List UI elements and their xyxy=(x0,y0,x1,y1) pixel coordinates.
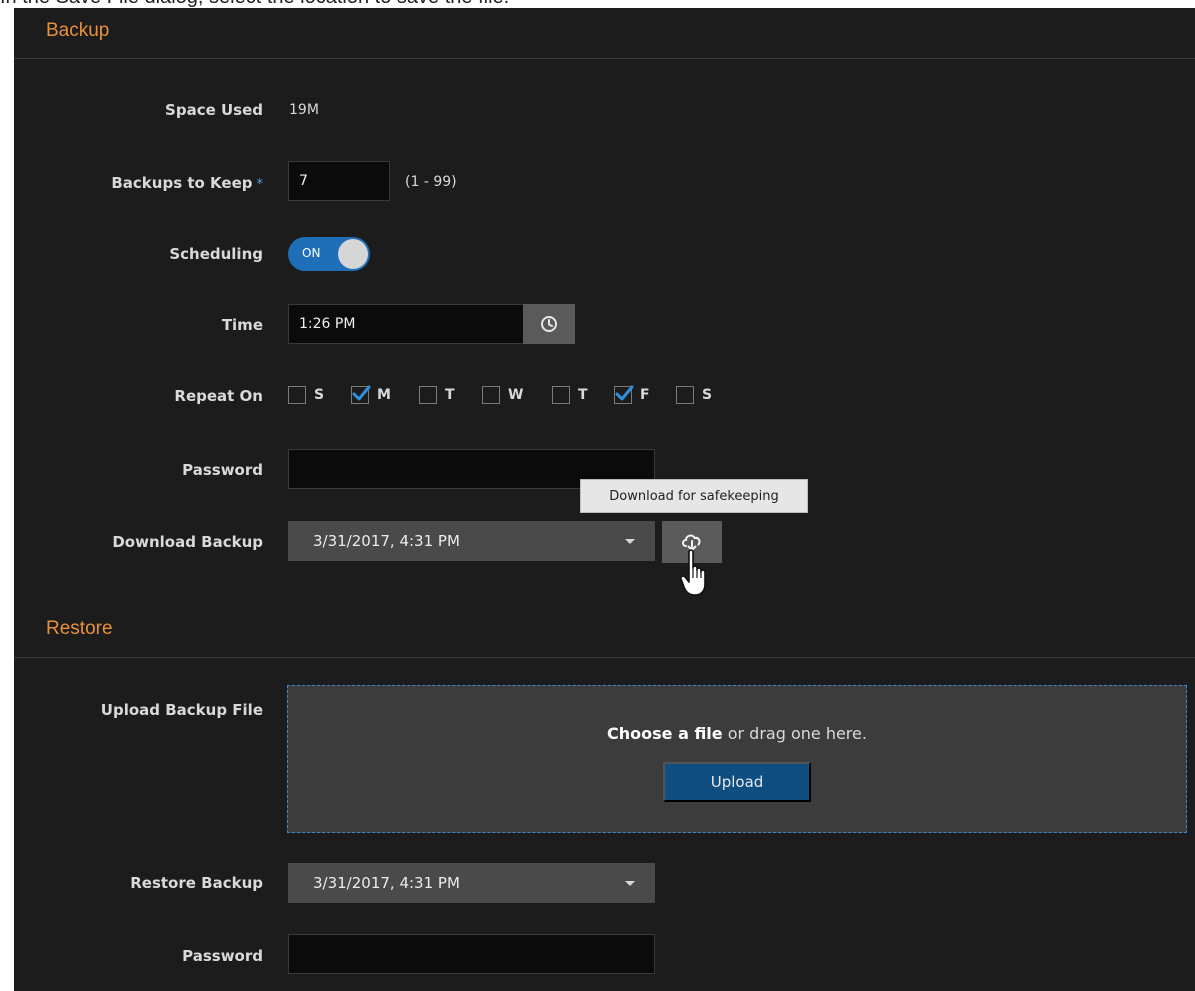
hand-pointer-icon xyxy=(680,549,706,596)
backup-section-title: Backup xyxy=(46,20,110,41)
checkbox-unchecked[interactable] xyxy=(419,386,437,404)
dropzone-text: Choose a file or drag one here. xyxy=(288,724,1186,743)
checkbox-unchecked[interactable] xyxy=(676,386,694,404)
backups-to-keep-label: Backups to Keep * xyxy=(111,174,263,192)
restore-password-label: Password xyxy=(182,947,263,965)
scheduling-toggle[interactable]: ON xyxy=(288,237,370,271)
checkbox-unchecked[interactable] xyxy=(482,386,500,404)
checkbox-unchecked[interactable] xyxy=(552,386,570,404)
backup-divider xyxy=(14,58,1195,59)
chevron-down-icon xyxy=(625,881,635,886)
repeat-day-5[interactable]: F xyxy=(614,385,650,405)
toggle-state-label: ON xyxy=(302,246,321,260)
time-label: Time xyxy=(221,316,263,334)
checkbox-checked[interactable] xyxy=(351,385,371,404)
time-picker-button[interactable] xyxy=(523,304,575,344)
repeat-day-label: T xyxy=(578,387,588,403)
repeat-day-label: T xyxy=(445,387,455,403)
password-label: Password xyxy=(182,461,263,479)
repeat-day-label: S xyxy=(314,387,325,403)
required-asterisk: * xyxy=(256,177,264,192)
download-backup-label: Download Backup xyxy=(112,533,263,551)
drag-hint: or drag one here. xyxy=(722,724,867,743)
instruction-caption: In the Save File dialog, select the loca… xyxy=(0,0,1195,8)
checkmark-icon xyxy=(615,385,634,401)
backups-to-keep-range: (1 - 99) xyxy=(405,174,457,190)
time-input[interactable] xyxy=(288,304,524,344)
backups-to-keep-text: Backups to Keep xyxy=(111,174,253,192)
download-tooltip: Download for safekeeping xyxy=(580,479,808,513)
upload-button[interactable]: Upload xyxy=(663,762,811,802)
toggle-knob xyxy=(338,239,368,269)
space-used-label: Space Used xyxy=(165,101,263,119)
repeat-day-label: M xyxy=(377,387,391,403)
repeat-day-2[interactable]: T xyxy=(419,385,455,405)
restore-backup-label: Restore Backup xyxy=(130,874,263,892)
checkbox-checked[interactable] xyxy=(614,385,634,404)
upload-backup-label: Upload Backup File xyxy=(100,701,263,719)
backups-to-keep-input[interactable] xyxy=(288,161,390,201)
repeat-day-3[interactable]: W xyxy=(482,385,523,405)
backup-restore-panel: Backup Space Used 19M Backups to Keep* (… xyxy=(14,8,1195,991)
chevron-down-icon xyxy=(625,539,635,544)
restore-divider xyxy=(14,657,1195,658)
repeat-day-label: S xyxy=(702,387,713,403)
repeat-day-label: F xyxy=(640,387,650,403)
repeat-day-0[interactable]: S xyxy=(288,385,324,405)
repeat-day-label: W xyxy=(508,387,524,403)
file-dropzone[interactable]: Choose a file or drag one here. Upload xyxy=(287,685,1187,833)
space-used-value: 19M xyxy=(289,102,319,118)
restore-password-input[interactable] xyxy=(288,934,655,974)
repeat-day-4[interactable]: T xyxy=(552,385,588,405)
checkbox-unchecked[interactable] xyxy=(288,386,306,404)
clock-icon xyxy=(541,316,557,332)
repeat-on-label: Repeat On xyxy=(174,387,263,405)
choose-file-link[interactable]: Choose a file xyxy=(607,724,723,743)
restore-backup-selected: 3/31/2017, 4:31 PM xyxy=(313,874,460,892)
download-backup-selected: 3/31/2017, 4:31 PM xyxy=(313,532,460,550)
scheduling-label: Scheduling xyxy=(169,245,263,263)
restore-backup-select[interactable]: 3/31/2017, 4:31 PM xyxy=(288,863,655,903)
checkmark-icon xyxy=(352,385,371,401)
repeat-day-6[interactable]: S xyxy=(676,385,712,405)
repeat-day-1[interactable]: M xyxy=(351,385,391,405)
download-backup-select[interactable]: 3/31/2017, 4:31 PM xyxy=(288,521,655,561)
restore-section-title: Restore xyxy=(46,618,113,639)
